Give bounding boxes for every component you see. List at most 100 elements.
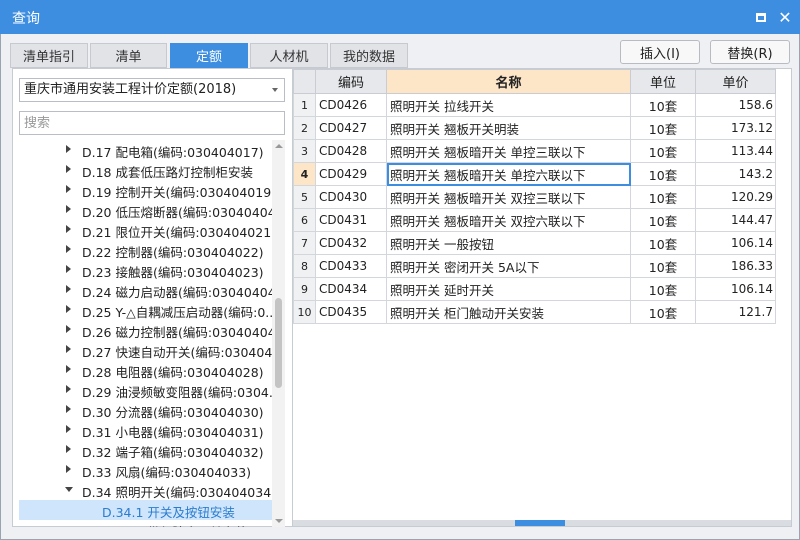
tree-item[interactable]: D.31 小电器(编码:030404031) [19, 420, 272, 440]
tree-item[interactable]: D.18 成套低压路灯控制柜安装 [19, 160, 272, 180]
row-number[interactable]: 10 [293, 300, 316, 324]
table-row[interactable]: 6 CD0431 照明开关 翘板暗开关 双控六联以下 10套 144.47 [293, 208, 776, 232]
tree-item[interactable]: D.25 Y-△自耦减压启动器(编码:0... [19, 300, 272, 320]
price-cell[interactable]: 143.2 [695, 162, 776, 186]
name-cell[interactable]: 照明开关 延时开关 [386, 277, 631, 301]
chevron-right-icon[interactable] [66, 245, 71, 253]
name-cell[interactable]: 照明开关 一般按钮 [386, 231, 631, 255]
name-cell[interactable]: 照明开关 翘板暗开关 双控三联以下 [386, 185, 631, 209]
price-cell[interactable]: 106.14 [695, 231, 776, 255]
chevron-right-icon[interactable] [66, 385, 71, 393]
tab-bill[interactable]: 清单 [90, 43, 167, 68]
row-number[interactable]: 2 [293, 116, 316, 140]
tab-bill-guide[interactable]: 清单指引 [10, 43, 88, 68]
table-row[interactable]: 4 CD0429 照明开关 翘板暗开关 单控六联以下 10套 143.2 [293, 162, 776, 186]
row-number[interactable]: 8 [293, 254, 316, 278]
tree-item[interactable]: D.29 油浸频敏变阻器(编码:0304... [19, 380, 272, 400]
quota-library-select[interactable]: 重庆市通用安装工程计价定额(2018) [19, 78, 285, 102]
unit-cell[interactable]: 10套 [630, 162, 696, 186]
tree-item[interactable]: D.19 控制开关(编码:030404019) [19, 180, 272, 200]
chevron-right-icon[interactable] [66, 345, 71, 353]
name-cell[interactable]: 照明开关 密闭开关 5A以下 [386, 254, 631, 278]
price-cell[interactable]: 186.33 [695, 254, 776, 278]
table-row[interactable]: 8 CD0433 照明开关 密闭开关 5A以下 10套 186.33 [293, 254, 776, 278]
unit-cell[interactable]: 10套 [630, 139, 696, 163]
table-row[interactable]: 5 CD0430 照明开关 翘板暗开关 双控三联以下 10套 120.29 [293, 185, 776, 209]
code-cell[interactable]: CD0428 [315, 139, 387, 163]
table-row[interactable]: 7 CD0432 照明开关 一般按钮 10套 106.14 [293, 231, 776, 255]
restore-button[interactable] [752, 8, 770, 26]
chevron-right-icon[interactable] [66, 225, 71, 233]
code-cell[interactable]: CD0435 [315, 300, 387, 324]
price-cell[interactable]: 121.7 [695, 300, 776, 324]
column-header-name[interactable]: 名称 [386, 69, 631, 94]
tree-scrollbar[interactable] [272, 140, 285, 527]
unit-cell[interactable]: 10套 [630, 93, 696, 117]
code-cell[interactable]: CD0434 [315, 277, 387, 301]
name-cell[interactable]: 照明开关 翘板暗开关 单控六联以下 [386, 162, 631, 186]
tree-item[interactable]: D.33 风扇(编码:030404033) [19, 460, 272, 480]
price-cell[interactable]: 158.6 [695, 93, 776, 117]
row-number[interactable]: 9 [293, 277, 316, 301]
chevron-right-icon[interactable] [66, 205, 71, 213]
scroll-up-icon[interactable] [275, 144, 283, 148]
unit-cell[interactable]: 10套 [630, 185, 696, 209]
tree-item[interactable]: D.26 磁力控制器(编码:030404040... [19, 320, 272, 340]
tree-item[interactable]: D.34.1 开关及按钮安装 [19, 500, 272, 520]
code-cell[interactable]: CD0427 [315, 116, 387, 140]
chevron-down-icon[interactable] [65, 487, 73, 492]
row-number[interactable]: 5 [293, 185, 316, 209]
chevron-right-icon[interactable] [66, 405, 71, 413]
chevron-right-icon[interactable] [66, 165, 71, 173]
tree-item[interactable]: D.28 电阻器(编码:030404028) [19, 360, 272, 380]
chevron-right-icon[interactable] [66, 425, 71, 433]
unit-cell[interactable]: 10套 [630, 277, 696, 301]
tree-item[interactable]: D.20 低压熔断器(编码:030404040... [19, 200, 272, 220]
tree-item[interactable]: D.34 照明开关(编码:030404034) [19, 480, 272, 500]
tree-item[interactable]: D.23 接触器(编码:030404023) [19, 260, 272, 280]
name-cell[interactable]: 照明开关 翘板暗开关 单控三联以下 [386, 139, 631, 163]
price-cell[interactable]: 173.12 [695, 116, 776, 140]
unit-cell[interactable]: 10套 [630, 254, 696, 278]
splitter-grip[interactable] [515, 520, 565, 526]
chevron-right-icon[interactable] [66, 445, 71, 453]
column-header-price[interactable]: 单价 [695, 69, 776, 94]
price-cell[interactable]: 120.29 [695, 185, 776, 209]
close-button[interactable]: ✕ [776, 8, 794, 27]
unit-cell[interactable]: 10套 [630, 300, 696, 324]
code-cell[interactable]: CD0433 [315, 254, 387, 278]
code-cell[interactable]: CD0429 [315, 162, 387, 186]
tab-my-data[interactable]: 我的数据 [330, 43, 408, 68]
tree-item[interactable]: D.27 快速自动开关(编码:030404... [19, 340, 272, 360]
tree-item[interactable]: D.22 控制器(编码:030404022) [19, 240, 272, 260]
table-row[interactable]: 10 CD0435 照明开关 柜门触动开关安装 10套 121.7 [293, 300, 776, 324]
tree-item[interactable]: D.30 分流器(编码:030404030) [19, 400, 272, 420]
code-cell[interactable]: CD0430 [315, 185, 387, 209]
tree-item[interactable]: D.32 端子箱(编码:030404032) [19, 440, 272, 460]
row-number[interactable]: 6 [293, 208, 316, 232]
chevron-right-icon[interactable] [66, 265, 71, 273]
row-number[interactable]: 4 [293, 162, 316, 186]
tab-quota[interactable]: 定额 [170, 43, 248, 68]
search-input[interactable] [19, 111, 285, 135]
scroll-down-icon[interactable] [275, 519, 283, 523]
code-cell[interactable]: CD0426 [315, 93, 387, 117]
chevron-right-icon[interactable] [66, 305, 71, 313]
chevron-right-icon[interactable] [66, 365, 71, 373]
table-row[interactable]: 1 CD0426 照明开关 拉线开关 10套 158.6 [293, 93, 776, 117]
table-horizontal-scrollbar[interactable] [293, 520, 791, 526]
unit-cell[interactable]: 10套 [630, 208, 696, 232]
name-cell[interactable]: 照明开关 拉线开关 [386, 93, 631, 117]
tab-labor-material-machine[interactable]: 人材机 [250, 43, 328, 68]
chevron-right-icon[interactable] [66, 185, 71, 193]
chevron-right-icon[interactable] [66, 465, 71, 473]
name-cell[interactable]: 照明开关 翘板开关明装 [386, 116, 631, 140]
scrollbar-thumb[interactable] [275, 298, 282, 388]
row-number[interactable]: 1 [293, 93, 316, 117]
name-cell[interactable]: 照明开关 柜门触动开关安装 [386, 300, 631, 324]
table-row[interactable]: 9 CD0434 照明开关 延时开关 10套 106.14 [293, 277, 776, 301]
chevron-right-icon[interactable] [66, 325, 71, 333]
column-header-unit[interactable]: 单位 [630, 69, 696, 94]
replace-button[interactable]: 替换(R) [710, 40, 790, 64]
name-cell[interactable]: 照明开关 翘板暗开关 双控六联以下 [386, 208, 631, 232]
